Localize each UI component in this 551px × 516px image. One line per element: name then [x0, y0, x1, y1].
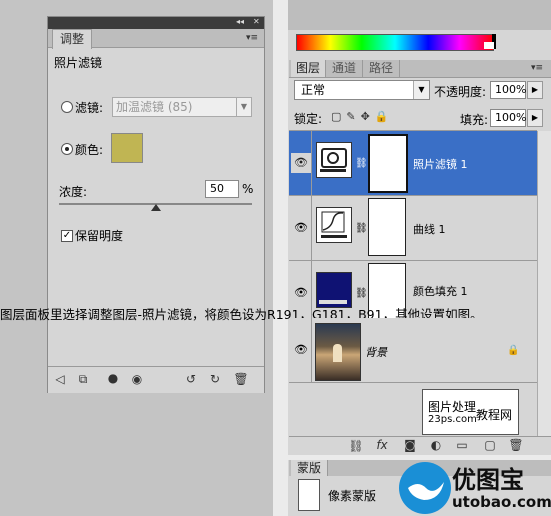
density-input[interactable]: 50 [205, 180, 239, 198]
clip-layer-icon[interactable]: ⧉ [74, 372, 92, 387]
link-icon[interactable]: ⛓ [355, 223, 368, 234]
filter-select-value: 加温滤镜 (85) [116, 100, 193, 114]
density-slider-thumb[interactable] [150, 204, 161, 211]
eye-icon[interactable]: 👁 [291, 283, 311, 303]
tab-channels[interactable]: 通道 [326, 60, 363, 77]
reset-icon[interactable]: ↻ [206, 372, 224, 386]
eye-icon[interactable]: ◉ [128, 372, 146, 386]
filter-select[interactable]: 加温滤镜 (85) ▼ [112, 97, 252, 117]
curves-adjustment-icon [316, 207, 352, 243]
folder-icon[interactable]: ▭ [453, 438, 471, 452]
lock-icons[interactable]: ▢✎✥🔒 [331, 110, 394, 123]
back-arrow-icon[interactable]: ◁ [51, 372, 69, 386]
lock-transparent-icon[interactable]: ▢ [331, 110, 346, 123]
fill-input[interactable]: 100% [490, 109, 526, 127]
layer-mask-thumbnail[interactable] [368, 198, 406, 256]
lock-move-icon[interactable]: ✥ [361, 110, 375, 123]
close-icon[interactable]: ✕ [253, 17, 260, 26]
pixel-mask-label: 像素蒙版 [328, 489, 377, 503]
watermark-box: 图片处理 23ps.com 教程网 [422, 389, 519, 435]
layers-bottom-toolbar: ⛓ fx ◙ ◐ ▭ ▢ 🗑 [289, 436, 551, 455]
fx-icon[interactable]: fx [373, 438, 391, 452]
logo-url: utobao.com [452, 493, 551, 511]
fill-label: 填充: [460, 113, 489, 127]
lock-all-icon[interactable]: 🔒 [375, 110, 394, 123]
lock-label: 锁定: [294, 112, 323, 126]
panel-bottom-toolbar: ◁ ⧉ ● ◉ ↺ ↻ 🗑 [48, 366, 264, 393]
eye-divider [311, 318, 312, 382]
toggle-layer-icon[interactable]: ● [104, 371, 122, 385]
panel-menu-icon[interactable]: ▾≡ [246, 33, 258, 43]
tab-layers[interactable]: 图层 [291, 60, 326, 77]
eye-icon[interactable]: 👁 [291, 153, 311, 173]
link-icon[interactable]: ⛓ [355, 158, 368, 169]
trash-icon[interactable]: 🗑 [232, 372, 250, 386]
lock-brush-icon[interactable]: ✎ [346, 110, 360, 123]
layers-scrollbar[interactable] [537, 131, 551, 436]
swatch-panel-header [288, 0, 551, 30]
photo-filter-adjustment-icon [316, 142, 352, 178]
tab-adjustments[interactable]: 调整 [52, 29, 92, 49]
adjustment-layer-icon[interactable]: ◐ [427, 438, 445, 452]
opacity-label: 不透明度: [434, 85, 487, 99]
watermark-text-1: 图片处理 [428, 400, 477, 414]
blend-mode-value: 正常 [301, 83, 326, 97]
opacity-arrow-icon[interactable]: ▶ [527, 81, 543, 99]
watermark-text-2: 23ps.com [428, 414, 477, 425]
layer-row-curves[interactable]: 👁 ⛓ 曲线 1 [289, 196, 537, 261]
filter-label: 滤镜: [75, 101, 104, 115]
tab-paths[interactable]: 路径 [363, 60, 400, 77]
link-icon[interactable]: ⛓ [355, 288, 368, 299]
eye-icon[interactable]: 👁 [291, 218, 311, 238]
layers-menu-icon[interactable]: ▾≡ [531, 63, 543, 73]
adjustments-panel: ◂◂ ✕ 调整 ▾≡ 照片滤镜 滤镜: 加温滤镜 (85) ▼ 颜色: 浓度: … [47, 16, 265, 393]
layer-row-photo-filter[interactable]: 👁 ⛓ 照片滤镜 1 [289, 131, 537, 196]
color-label: 颜色: [75, 143, 104, 157]
logo-text: 优图宝 [452, 466, 524, 494]
chevron-down-icon: ▼ [236, 98, 251, 116]
color-swatch[interactable] [111, 133, 143, 163]
eye-divider [311, 196, 312, 260]
bird-logo-icon [399, 462, 451, 514]
previous-state-icon[interactable]: ↺ [182, 372, 200, 386]
layer-mask-thumbnail[interactable] [368, 134, 408, 193]
tab-masks[interactable]: 蒙版 [291, 460, 328, 476]
panel-title: 照片滤镜 [54, 56, 103, 70]
density-unit: % [242, 182, 254, 196]
color-fill-thumbnail [316, 272, 352, 308]
density-label: 浓度: [59, 185, 88, 199]
utobao-logo: 优图宝 utobao.com [396, 458, 551, 516]
add-mask-icon[interactable]: ◙ [401, 438, 419, 452]
preserve-luminosity-label: 保留明度 [75, 229, 124, 243]
mask-thumbnail[interactable] [298, 479, 320, 511]
blend-mode-select[interactable]: 正常 ▼ [294, 80, 430, 100]
opacity-input[interactable]: 100% [490, 81, 526, 99]
chevron-down-icon: ▼ [413, 81, 429, 99]
layer-name: 颜色填充 1 [413, 285, 468, 298]
layer-name: 照片滤镜 1 [413, 158, 468, 171]
eye-divider [311, 131, 312, 195]
spectrum-white [484, 42, 494, 49]
eye-icon[interactable]: 👁 [291, 340, 311, 360]
trash-icon[interactable]: 🗑 [507, 438, 525, 452]
preserve-luminosity-checkbox[interactable]: ✓ [61, 230, 73, 242]
link-layers-icon[interactable]: ⛓ [347, 439, 365, 453]
new-layer-icon[interactable]: ▢ [481, 438, 499, 452]
fill-arrow-icon[interactable]: ▶ [527, 109, 543, 127]
layer-name: 背景 [365, 346, 387, 359]
watermark-text-3: 教程网 [476, 408, 513, 422]
background-image-thumbnail [315, 323, 361, 381]
layer-row-background[interactable]: 👁 背景 🔒 [289, 318, 537, 383]
collapse-icon[interactable]: ◂◂ [236, 17, 244, 26]
color-radio[interactable] [61, 143, 73, 155]
lock-icon: 🔒 [507, 345, 520, 356]
panel-title-bar[interactable]: ◂◂ ✕ [48, 17, 264, 29]
color-spectrum-bar[interactable] [296, 34, 494, 51]
layer-name: 曲线 1 [413, 223, 446, 236]
filter-radio[interactable] [61, 101, 73, 113]
panel-gap [273, 0, 288, 516]
